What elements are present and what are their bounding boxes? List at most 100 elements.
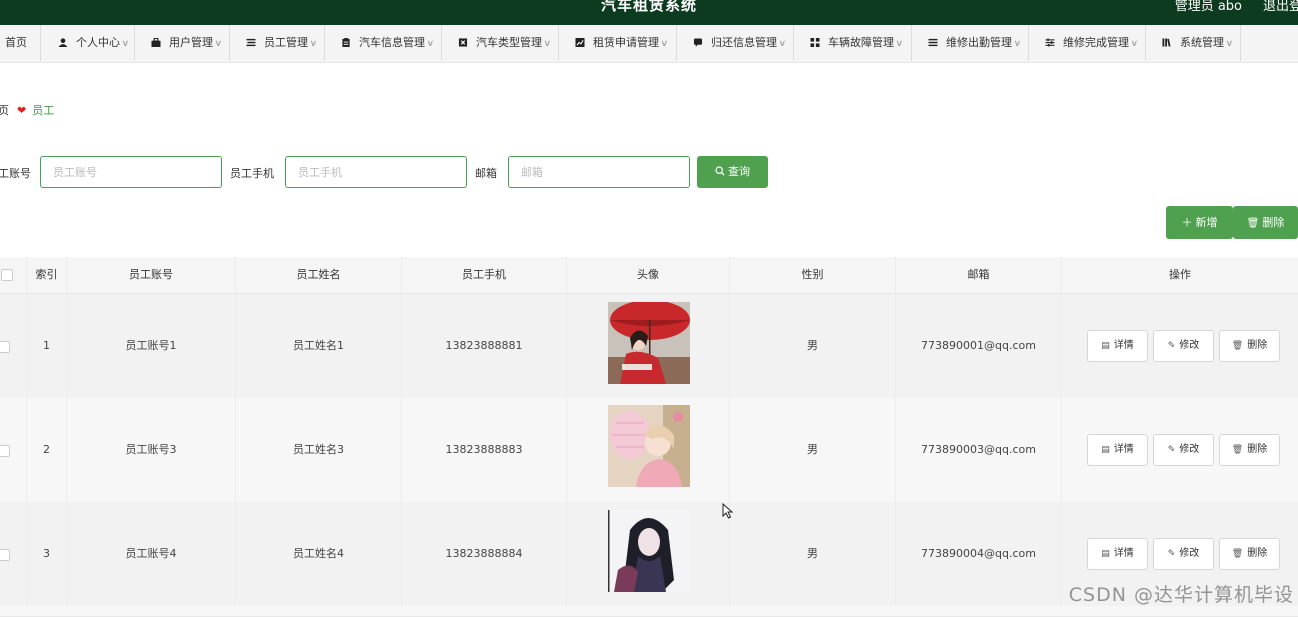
pencil-icon: ✎ (1167, 549, 1176, 559)
detail-button-label: 详情 (1113, 548, 1134, 559)
avatar-cell (567, 502, 730, 606)
nav-item-rental[interactable]: 租赁申请管理∨ (559, 25, 677, 61)
breadcrumb-home[interactable]: 页 (0, 104, 9, 117)
current-user[interactable]: 管理员 abo (1175, 0, 1242, 14)
column-header: 员工手机 (402, 257, 567, 293)
detail-button[interactable]: ▤ 详情 (1087, 538, 1148, 570)
delete-button[interactable]: 🗑 删除 (1219, 538, 1280, 570)
account-filter-input[interactable] (40, 156, 222, 188)
nav-item-repair-dispatch[interactable]: 维修出勤管理∨ (912, 25, 1029, 61)
nav-item-home[interactable]: 首页 (0, 25, 41, 61)
phone-filter-input[interactable] (285, 156, 467, 188)
column-header: 员工姓名 (236, 257, 402, 293)
trash-icon: 🗑 (1246, 218, 1260, 229)
gender-cell: 男 (730, 294, 896, 398)
batch-delete-button[interactable]: 🗑 删除 (1233, 206, 1298, 239)
document-icon: ▤ (1101, 341, 1110, 351)
nav-item-users[interactable]: 用户管理∨ (135, 25, 230, 61)
phone-filter-label: 员工手机 (230, 167, 274, 180)
email-cell: 773890001@qq.com (896, 294, 1062, 398)
comment-icon (693, 37, 703, 47)
nav-item-label: 租赁申请管理 (593, 36, 659, 49)
chevron-down-icon: ∨ (543, 39, 552, 49)
account-cell: 员工账号1 (67, 294, 236, 398)
nav-item-label: 汽车类型管理 (476, 36, 542, 49)
nav-item-profile[interactable]: 个人中心∨ (41, 25, 135, 61)
nav-item-label: 车辆故障管理 (828, 36, 894, 49)
avatar[interactable] (608, 510, 690, 592)
account-cell: 员工账号3 (67, 398, 236, 502)
column-header: 邮箱 (896, 257, 1062, 293)
detail-button[interactable]: ▤ 详情 (1087, 330, 1148, 362)
breadcrumb: 页 ❤ 员工 (0, 102, 54, 118)
edit-button[interactable]: ✎ 修改 (1153, 538, 1214, 570)
avatar[interactable] (608, 302, 690, 384)
nav-item-staff[interactable]: 员工管理∨ (230, 25, 325, 61)
top-header: 汽车租赁系统 管理员 abo 退出登 (0, 0, 1298, 25)
index-cell: 2 (27, 398, 67, 502)
nav-item-system[interactable]: 系统管理∨ (1146, 25, 1241, 61)
chevron-down-icon: ∨ (1130, 39, 1139, 49)
nav-item-car-info[interactable]: 汽车信息管理∨ (325, 25, 442, 61)
phone-cell: 13823888883 (402, 398, 567, 502)
avatar[interactable] (608, 405, 690, 487)
trash-icon: 🗑 (1231, 549, 1244, 559)
search-button[interactable]: 查询 (697, 156, 768, 188)
table-header: 索引 员工账号 员工姓名 员工手机 头像 性别 邮箱 操作 (0, 257, 1298, 294)
nav-item-label: 维修出勤管理 (946, 36, 1012, 49)
chevron-down-icon: ∨ (778, 39, 787, 49)
chevron-down-icon: ∨ (660, 39, 669, 49)
logout-link[interactable]: 退出登 (1263, 0, 1298, 14)
grid-icon (810, 37, 820, 47)
email-filter-input[interactable] (508, 156, 690, 188)
account-cell: 员工账号4 (67, 502, 236, 606)
document-icon: ▤ (1101, 549, 1110, 559)
column-header: 员工账号 (67, 257, 236, 293)
nav-item-repair-done[interactable]: 维修完成管理∨ (1029, 25, 1146, 61)
plus-icon: ＋ (1181, 216, 1193, 229)
edit-button[interactable]: ✎ 修改 (1153, 434, 1214, 466)
name-cell: 员工姓名4 (236, 502, 402, 606)
column-header: 索引 (27, 257, 67, 293)
edit-button-label: 修改 (1179, 444, 1200, 455)
close-box-icon (458, 37, 468, 47)
delete-button-label: 删除 (1247, 340, 1268, 351)
detail-button-label: 详情 (1113, 444, 1134, 455)
document-icon: ▤ (1101, 445, 1110, 455)
edit-button[interactable]: ✎ 修改 (1153, 330, 1214, 362)
nav-item-label: 首页 (5, 36, 27, 49)
delete-button[interactable]: 🗑 删除 (1219, 330, 1280, 362)
nav-item-car-type[interactable]: 汽车类型管理∨ (442, 25, 559, 61)
row-checkbox[interactable] (0, 445, 10, 457)
select-all-checkbox[interactable] (1, 269, 13, 281)
detail-button[interactable]: ▤ 详情 (1087, 434, 1148, 466)
email-filter-label: 邮箱 (475, 167, 497, 180)
nav-item-return[interactable]: 归还信息管理∨ (677, 25, 794, 61)
row-checkbox[interactable] (0, 341, 10, 353)
briefcase-icon (151, 37, 161, 47)
avatar-cell (567, 398, 730, 502)
chevron-down-icon: ∨ (214, 39, 223, 49)
column-header: 操作 (1169, 268, 1191, 281)
heart-icon: ❤ (17, 104, 27, 117)
chart-icon (575, 37, 585, 47)
edit-button-label: 修改 (1179, 548, 1200, 559)
name-cell: 员工姓名3 (236, 398, 402, 502)
app-title: 汽车租赁系统 (600, 0, 697, 14)
chevron-down-icon: ∨ (309, 39, 318, 49)
search-icon (715, 166, 725, 176)
account-filter-label: 工账号 (0, 167, 31, 180)
nav-item-fault[interactable]: 车辆故障管理∨ (794, 25, 912, 61)
nav-item-label: 汽车信息管理 (359, 36, 425, 49)
detail-button-label: 详情 (1113, 340, 1134, 351)
email-cell: 773890003@qq.com (896, 398, 1062, 502)
table-row (0, 606, 1298, 617)
column-header: 头像 (567, 257, 730, 293)
pencil-icon: ✎ (1167, 445, 1176, 455)
breadcrumb-current: 员工 (32, 104, 55, 117)
add-button[interactable]: ＋新增 (1166, 206, 1233, 239)
row-checkbox[interactable] (0, 549, 10, 561)
delete-button[interactable]: 🗑 删除 (1219, 434, 1280, 466)
chevron-down-icon: ∨ (121, 39, 130, 49)
index-cell: 3 (27, 502, 67, 606)
